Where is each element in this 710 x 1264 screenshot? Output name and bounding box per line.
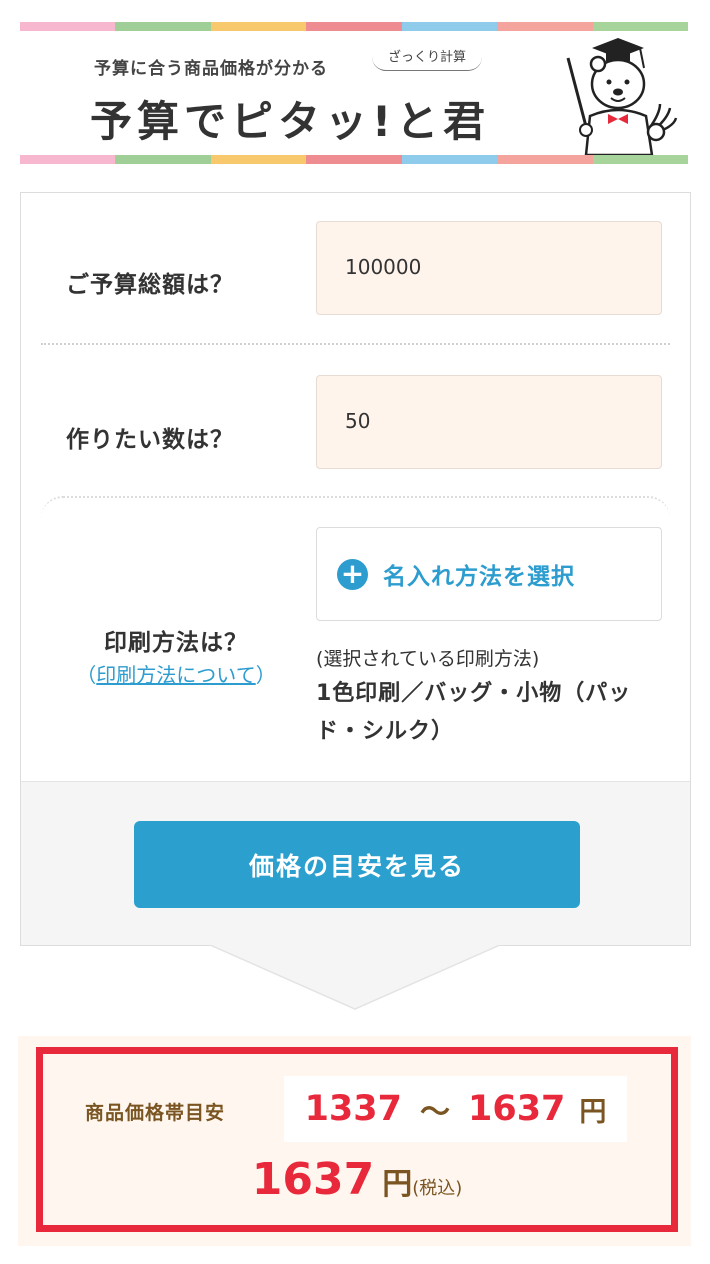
- quantity-input[interactable]: 50: [316, 375, 662, 469]
- selected-print-caption: (選択されている印刷方法): [316, 648, 540, 670]
- total-price: 1637 円(税込): [43, 1154, 671, 1205]
- result-panel: 商品価格帯目安 1337 ～ 1637 円 1637 円(税込): [36, 1047, 678, 1232]
- color-stripe-bottom: [20, 155, 688, 164]
- price-range-box: 1337 ～ 1637 円: [284, 1076, 627, 1142]
- range-tilde: ～: [420, 1095, 450, 1130]
- price-min: 1337: [304, 1089, 402, 1129]
- print-method-label-group: 印刷方法は？ （印刷方法について）: [56, 623, 296, 688]
- print-method-help: （印刷方法について）: [56, 659, 296, 688]
- calculator-form: ご予算総額は？ 100000 作りたい数は？ 50 + 名入れ方法を選択 印刷方…: [20, 192, 691, 946]
- select-print-method-button[interactable]: + 名入れ方法を選択: [316, 527, 662, 621]
- banner-tagline: 予算に合う商品価格が分かる: [94, 59, 328, 79]
- total-price-value: 1637: [251, 1154, 375, 1205]
- quantity-row: 作りたい数は？ 50: [21, 348, 690, 496]
- total-yen-unit: 円: [382, 1167, 413, 1202]
- quantity-label: 作りたい数は？: [66, 427, 234, 453]
- budget-label: ご予算総額は？: [66, 272, 234, 298]
- bear-professor-mascot-icon: [566, 38, 678, 155]
- banner-logo-text: 予算でピタッ!と君: [90, 97, 491, 146]
- header-banner: 予算に合う商品価格が分かる ざっくり計算 予算でピタッ!と君: [20, 22, 688, 164]
- show-price-button[interactable]: 価格の目安を見る: [134, 821, 580, 908]
- tax-note: (税込): [412, 1178, 463, 1199]
- price-max: 1637: [468, 1089, 566, 1129]
- paren-close: ）: [255, 663, 276, 687]
- plus-circle-icon: +: [337, 558, 368, 590]
- selected-print-value: 1色印刷／バッグ・小物（パッド・シルク）: [316, 681, 632, 744]
- print-method-label: 印刷方法は？: [104, 630, 248, 656]
- form-footer: 価格の目安を見る: [21, 781, 690, 945]
- range-yen-unit: 円: [579, 1096, 607, 1128]
- select-print-method-label: 名入れ方法を選択: [383, 564, 575, 590]
- price-range-label: 商品価格帯目安: [85, 1102, 226, 1124]
- down-arrow-icon: [209, 945, 501, 1010]
- banner-subtag: ざっくり計算: [372, 46, 483, 71]
- budget-input[interactable]: 100000: [316, 221, 662, 315]
- paren-open: （: [76, 663, 97, 687]
- budget-row: ご予算総額は？ 100000: [41, 193, 670, 345]
- color-stripe-top: [20, 22, 688, 31]
- print-method-info-link[interactable]: 印刷方法について: [96, 663, 255, 687]
